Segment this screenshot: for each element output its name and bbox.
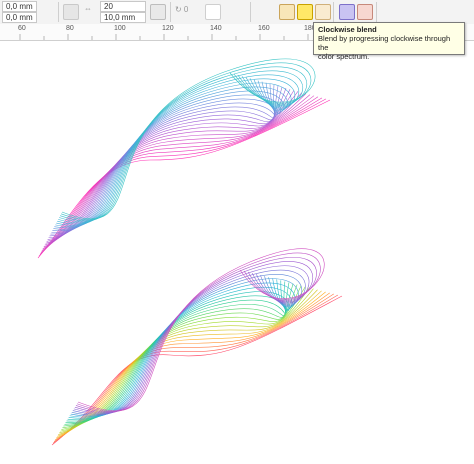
- blend-step-curve: [52, 294, 339, 444]
- pos-y-field[interactable]: 0,0 mm: [2, 12, 37, 23]
- blend-step-curve: [70, 277, 299, 417]
- clockwise-blend-tooltip: Clockwise blend Blend by progressing clo…: [313, 22, 465, 61]
- blend-step-curve: [52, 83, 279, 231]
- mirror-icon[interactable]: [63, 4, 79, 20]
- object-color-icon[interactable]: [339, 4, 355, 20]
- loop-blend-icon[interactable]: [205, 4, 221, 20]
- direct-blend-icon[interactable]: [279, 4, 295, 20]
- clockwise-blend-icon[interactable]: [297, 4, 313, 20]
- split-icon[interactable]: [399, 4, 413, 18]
- blend-step-curve: [60, 62, 312, 220]
- toolbar-separator: [333, 2, 334, 22]
- blend-step-curve: [40, 96, 319, 253]
- acceleration-icon[interactable]: [357, 4, 373, 20]
- toolbar-separator: [170, 2, 171, 22]
- drawing-canvas[interactable]: [0, 41, 474, 464]
- pos-x-field[interactable]: 0,0 mm: [2, 1, 37, 12]
- blend-step-curve: [65, 282, 290, 423]
- tooltip-body-line-1: Blend by progressing clockwise through t…: [318, 34, 451, 52]
- toolbar-separator: [376, 2, 377, 22]
- stepper-icon[interactable]: [150, 4, 166, 20]
- blend-bottom-rainbow[interactable]: [51, 248, 343, 446]
- node-map-icon[interactable]: [381, 4, 395, 18]
- lock-icon[interactable]: ⇔: [84, 4, 92, 13]
- tooltip-body-line-2: color spectrum.: [318, 52, 370, 61]
- blend-step-curve: [51, 295, 343, 446]
- rotate-icon[interactable]: ↻ 0: [175, 5, 188, 14]
- blend-spacing-field[interactable]: 10,0 mm: [100, 12, 146, 23]
- blend-steps-field[interactable]: 20: [100, 1, 146, 12]
- blend-step-curve: [38, 98, 327, 257]
- toolbar-separator: [250, 2, 251, 22]
- blend-step-curve: [76, 252, 321, 412]
- add-icon[interactable]: [456, 4, 470, 18]
- copy-icon[interactable]: [436, 4, 450, 18]
- blend-top-purple[interactable]: [37, 58, 331, 259]
- tooltip-title: Clockwise blend: [318, 25, 377, 34]
- toolbar-separator: [58, 2, 59, 22]
- clear-icon[interactable]: [418, 4, 432, 18]
- counterclockwise-blend-icon[interactable]: [315, 4, 331, 20]
- blend-step-curve: [57, 290, 322, 437]
- path-icon[interactable]: [257, 4, 271, 18]
